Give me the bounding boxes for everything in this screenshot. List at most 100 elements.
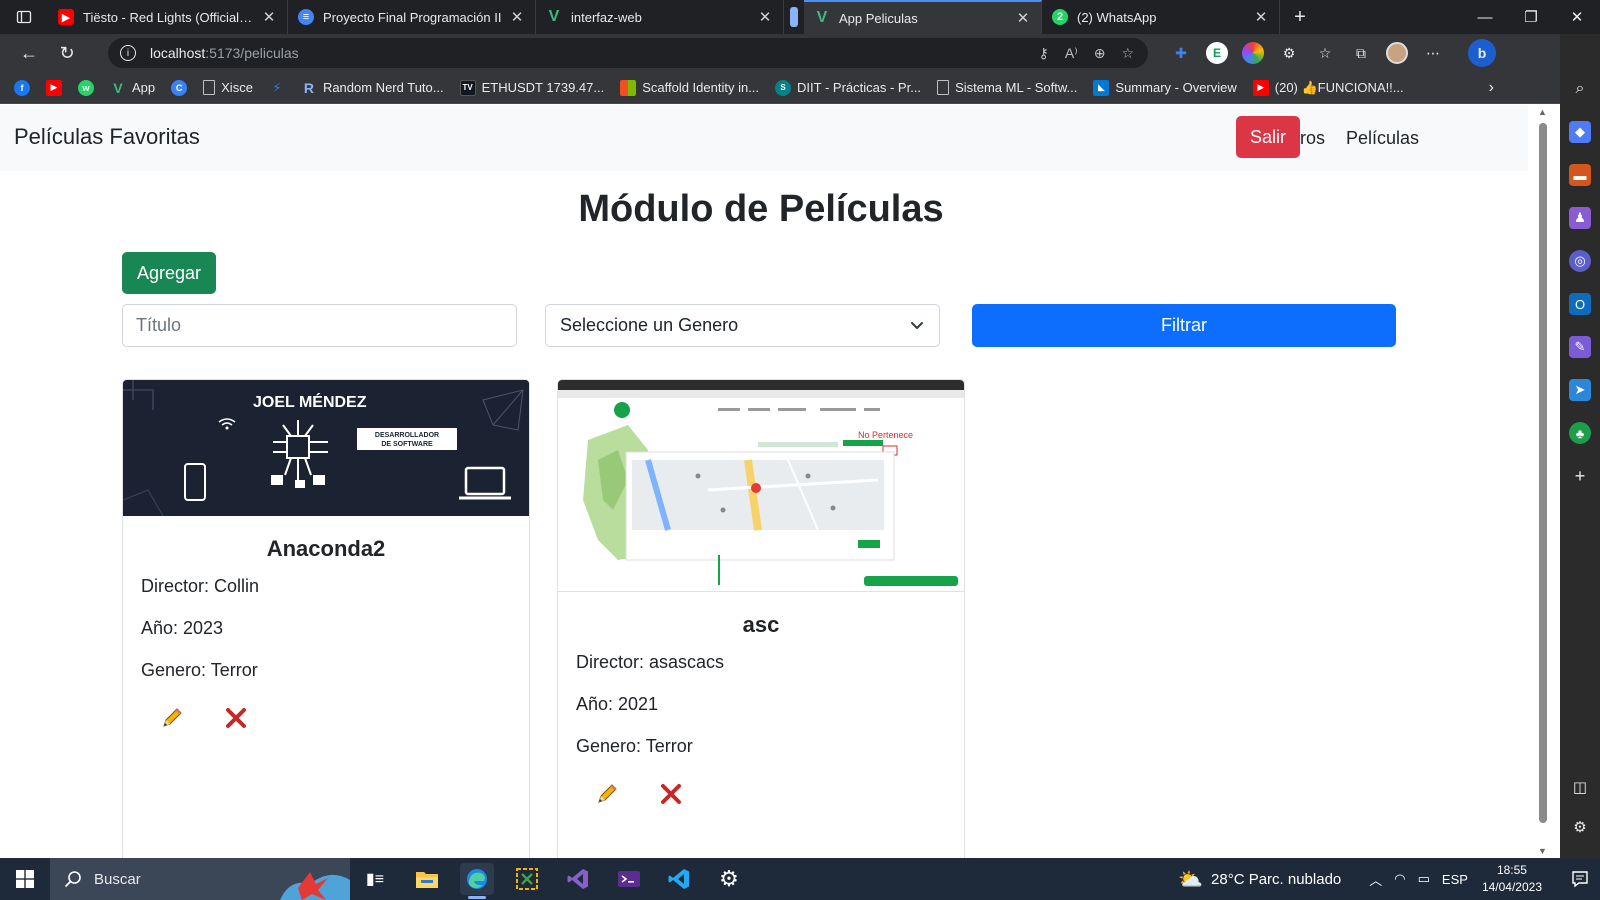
scroll-up-icon[interactable]: ▲ bbox=[1538, 107, 1547, 117]
close-icon[interactable]: ✕ bbox=[509, 8, 525, 26]
search-icon[interactable]: ⌕ bbox=[1569, 78, 1591, 100]
bookmark-scaffold[interactable]: Scaffold Identity in... bbox=[620, 79, 759, 96]
color-picker-icon[interactable] bbox=[1242, 42, 1264, 64]
close-icon[interactable]: ✕ bbox=[757, 8, 773, 26]
extension-e-icon[interactable]: E bbox=[1206, 42, 1228, 64]
settings-gear-icon[interactable]: ⚙ bbox=[712, 863, 746, 895]
designer-icon[interactable]: ✎ bbox=[1569, 336, 1591, 358]
tab-proyecto[interactable]: ≡ Proyecto Final Programación II ✕ bbox=[288, 0, 536, 34]
close-window-icon[interactable]: ✕ bbox=[1554, 0, 1600, 34]
bookmark-facebook[interactable]: f bbox=[14, 79, 36, 96]
delete-x-icon[interactable] bbox=[221, 703, 251, 733]
url-field[interactable]: i localhost:5173/peliculas ⚷ A⁾ ⊕ ☆ bbox=[108, 38, 1148, 68]
reload-icon[interactable]: ↻ bbox=[48, 34, 86, 72]
edit-pencil-icon[interactable] bbox=[592, 779, 622, 809]
scroll-down-icon[interactable]: ▼ bbox=[1538, 846, 1547, 856]
svg-text:DESARROLLADOR: DESARROLLADOR bbox=[375, 432, 439, 439]
bookmark-app[interactable]: V App bbox=[110, 80, 155, 96]
search-highlight-image bbox=[280, 872, 350, 900]
page-scrollbar[interactable]: ▲ ▼ bbox=[1528, 105, 1560, 858]
bing-icon[interactable]: b bbox=[1468, 39, 1496, 67]
extension-puzzle-blue-icon[interactable]: ✚ bbox=[1170, 42, 1192, 64]
wifi-icon[interactable]: ◠ bbox=[1394, 871, 1405, 887]
restore-icon[interactable]: ❐ bbox=[1508, 0, 1554, 34]
bookmark-random-nerd[interactable]: R Random Nerd Tuto... bbox=[301, 80, 444, 96]
nav-link-peliculas[interactable]: Películas bbox=[1346, 128, 1419, 149]
tab-actions-icon[interactable] bbox=[0, 0, 48, 34]
edge-sidebar: ⌕ ◆ ▬ ♟ ◎ O ✎ ➤ ♣ + ◫ ⚙ bbox=[1560, 34, 1600, 858]
send-icon[interactable]: ➤ bbox=[1569, 379, 1591, 401]
shopping-tag-icon[interactable]: ◆ bbox=[1569, 121, 1591, 143]
bookmark-funciona[interactable]: ▶ (20) 👍FUNCIONA!!... bbox=[1252, 79, 1404, 96]
profile-avatar[interactable] bbox=[1386, 42, 1408, 64]
edge-browser-icon[interactable] bbox=[460, 863, 494, 899]
file-explorer-icon[interactable] bbox=[410, 863, 444, 895]
bookmark-label: Sistema ML - Softw... bbox=[955, 80, 1078, 95]
bookmark-sistema-ml[interactable]: Sistema ML - Softw... bbox=[937, 80, 1077, 95]
tab-app-peliculas[interactable]: V App Peliculas ✕ bbox=[804, 0, 1042, 34]
back-icon[interactable]: ← bbox=[10, 34, 48, 72]
minimize-icon[interactable]: — bbox=[1462, 0, 1508, 34]
close-icon[interactable]: ✕ bbox=[1015, 9, 1031, 27]
bookmark-bolt[interactable]: ⚡ bbox=[269, 80, 291, 96]
tab-youtube[interactable]: ▶ Tiësto - Red Lights (Official Video ✕ bbox=[48, 0, 288, 34]
scrollbar-thumb[interactable] bbox=[1539, 123, 1547, 823]
add-button[interactable]: Agregar bbox=[122, 252, 216, 294]
windows-start-icon[interactable] bbox=[0, 858, 50, 900]
taskbar-clock[interactable]: 18:55 14/04/2023 bbox=[1482, 862, 1542, 896]
clock-date: 14/04/2023 bbox=[1481, 880, 1542, 894]
chevron-up-icon[interactable]: ︿ bbox=[1369, 870, 1382, 889]
games-icon[interactable]: ♟ bbox=[1569, 207, 1591, 229]
delete-x-icon[interactable] bbox=[656, 779, 686, 809]
microsoft-icon bbox=[620, 79, 637, 96]
extensions-icon[interactable]: ⚙ bbox=[1278, 42, 1300, 64]
add-icon[interactable]: + bbox=[1569, 465, 1591, 487]
page-title: Módulo de Películas bbox=[578, 188, 944, 230]
tree-icon[interactable]: ♣ bbox=[1569, 422, 1591, 444]
visual-studio-icon[interactable] bbox=[561, 863, 595, 895]
edit-pencil-icon[interactable] bbox=[157, 703, 187, 733]
collections-icon[interactable]: ⧉ bbox=[1350, 42, 1372, 64]
settings-icon[interactable]: ⚙ bbox=[1573, 818, 1586, 836]
key-icon[interactable]: ⚷ bbox=[1039, 45, 1049, 62]
bookmark-xisce[interactable]: Xisce bbox=[203, 80, 253, 95]
favorites-icon[interactable]: ☆ bbox=[1314, 42, 1336, 64]
battery-icon[interactable]: ▭ bbox=[1418, 871, 1430, 887]
filter-button[interactable]: Filtrar bbox=[972, 304, 1396, 347]
terminal-icon[interactable] bbox=[612, 863, 646, 895]
bookmark-diit[interactable]: S DIIT - Prácticas - Pr... bbox=[775, 79, 921, 96]
bookmark-summary[interactable]: ◣ Summary - Overview bbox=[1093, 79, 1237, 96]
more-menu-icon[interactable]: ⋯ bbox=[1422, 42, 1444, 64]
task-view-icon[interactable]: ▮≡ bbox=[358, 863, 392, 895]
info-icon[interactable]: i bbox=[120, 45, 136, 61]
close-icon[interactable]: ✕ bbox=[1253, 8, 1269, 26]
favorite-add-icon[interactable]: ☆ bbox=[1121, 45, 1134, 62]
navbar-brand[interactable]: Películas Favoritas bbox=[14, 124, 200, 150]
logout-button[interactable]: Salir bbox=[1236, 116, 1300, 158]
clock-time: 18:55 bbox=[1496, 863, 1527, 877]
taskbar-search[interactable]: Buscar bbox=[50, 858, 350, 900]
tab-whatsapp[interactable]: 2 (2) WhatsApp ✕ bbox=[1042, 0, 1280, 34]
tab-interfaz-web[interactable]: V interfaz-web ✕ bbox=[536, 0, 784, 34]
sidebar-toggle-icon[interactable]: ◫ bbox=[1573, 778, 1587, 796]
vscode-icon[interactable] bbox=[662, 863, 696, 895]
close-icon[interactable]: ✕ bbox=[261, 8, 277, 26]
chevron-right-icon[interactable]: › bbox=[1489, 72, 1494, 104]
snipping-tool-icon[interactable] bbox=[510, 863, 544, 895]
genre-select[interactable]: Seleccione un Genero bbox=[545, 304, 940, 347]
title-search-input[interactable] bbox=[122, 304, 517, 347]
read-aloud-icon[interactable]: A⁾ bbox=[1065, 45, 1078, 62]
new-tab-icon[interactable]: + bbox=[1280, 6, 1320, 29]
bookmark-whatsapp[interactable]: w bbox=[78, 79, 100, 96]
weather-widget[interactable]: ⛅ 28°C Parc. nublado bbox=[1178, 867, 1341, 892]
m365-icon[interactable]: ◎ bbox=[1569, 250, 1591, 272]
tools-icon[interactable]: ▬ bbox=[1569, 164, 1591, 186]
bookmark-youtube[interactable]: ▶ bbox=[46, 79, 68, 96]
zoom-icon[interactable]: ⊕ bbox=[1094, 45, 1106, 62]
bookmark-ethusdt[interactable]: TV ETHUSDT 1739.47... bbox=[459, 79, 604, 96]
poster-name-text: JOEL MÉNDEZ bbox=[253, 392, 367, 411]
bookmark-c[interactable]: C bbox=[171, 79, 193, 96]
outlook-icon[interactable]: O bbox=[1569, 293, 1591, 315]
notifications-icon[interactable] bbox=[1560, 870, 1600, 888]
language-indicator[interactable]: ESP bbox=[1442, 872, 1468, 887]
